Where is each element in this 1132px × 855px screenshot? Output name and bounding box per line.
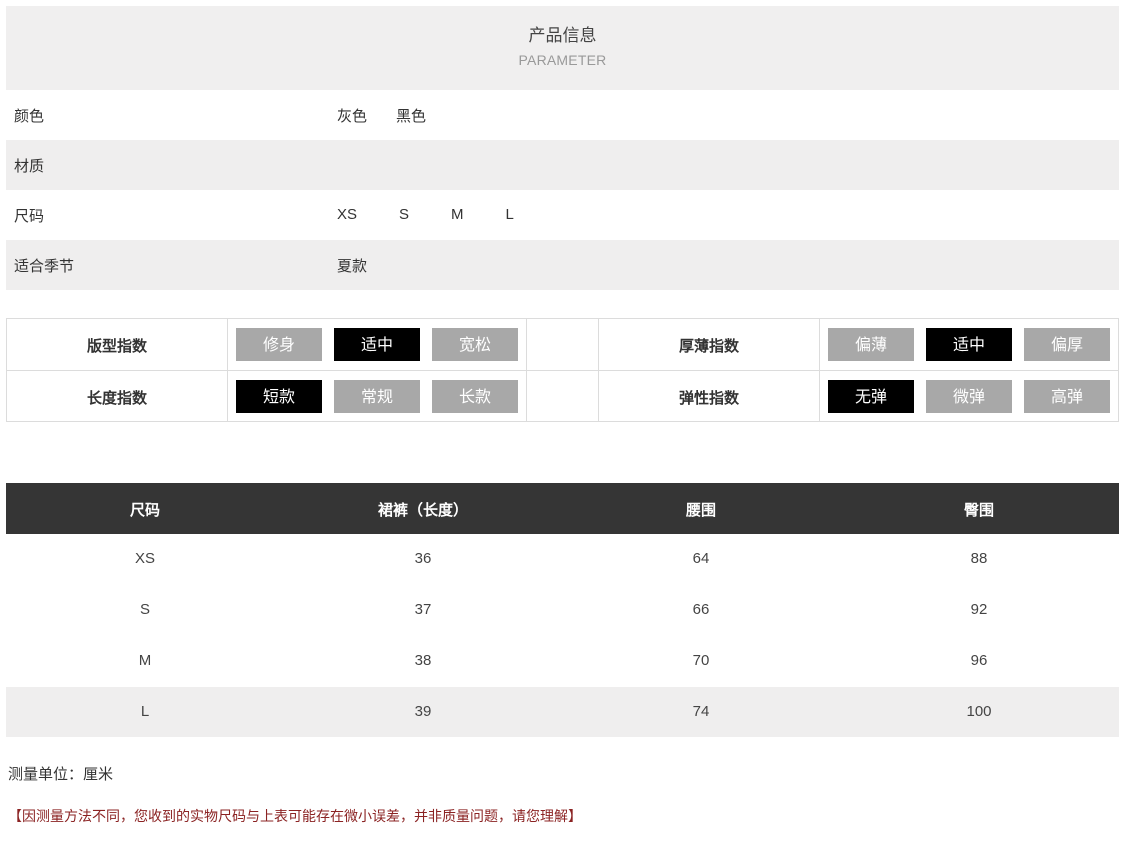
column-header-hip: 臀围 xyxy=(963,501,994,519)
param-row-material: 材质 xyxy=(6,140,1119,190)
fit-option-chip: 修身 xyxy=(236,328,322,361)
param-values-color: 灰色 黑色 xyxy=(337,105,455,126)
grid-divider xyxy=(227,319,228,421)
elasticity-option-chip: 高弹 xyxy=(1024,380,1110,413)
table-row: L 39 74 100 xyxy=(6,687,1119,737)
param-label-material: 材质 xyxy=(14,157,45,175)
table-cell: 64 xyxy=(692,550,710,567)
parameter-title: 产品信息 xyxy=(528,26,597,46)
index-grid: 版型指数 修身 适中 宽松 厚薄指数 偏薄 适中 偏厚 长度指数 短款 常规 长… xyxy=(6,318,1119,422)
param-label-color: 颜色 xyxy=(14,107,45,125)
table-cell: 96 xyxy=(970,652,988,669)
table-row: M 38 70 96 xyxy=(6,636,1119,687)
size-table-header: 尺码 裙裤（长度） 腰围 臀围 xyxy=(6,483,1119,534)
parameter-header: 产品信息 PARAMETER xyxy=(6,6,1119,90)
grid-divider xyxy=(819,319,820,421)
table-row: XS 36 64 88 xyxy=(6,534,1119,585)
table-cell: 74 xyxy=(692,703,710,720)
elasticity-option-chip: 微弹 xyxy=(926,380,1012,413)
table-cell: 39 xyxy=(414,703,432,720)
length-option-chip: 长款 xyxy=(432,380,518,413)
thickness-option-chip: 偏厚 xyxy=(1024,328,1110,361)
parameter-subtitle: PARAMETER xyxy=(518,52,607,68)
color-option: 黑色 xyxy=(396,107,427,125)
size-option: L xyxy=(505,206,514,223)
table-cell: M xyxy=(138,652,152,669)
size-table: 尺码 裙裤（长度） 腰围 臀围 XS 36 64 88 S 37 66 92 M… xyxy=(6,483,1119,737)
table-cell: 70 xyxy=(692,652,710,669)
table-cell: L xyxy=(140,703,150,720)
table-cell: 66 xyxy=(692,601,710,618)
table-cell: 37 xyxy=(414,601,432,618)
length-option-chip-selected: 短款 xyxy=(236,380,322,413)
parameter-section: 产品信息 PARAMETER 颜色 灰色 黑色 材质 尺码 XS S M L 适合季节 … xyxy=(6,6,1119,293)
season-option: 夏款 xyxy=(337,257,368,275)
size-option: XS xyxy=(337,206,358,223)
table-cell: 100 xyxy=(966,703,992,720)
thickness-option-chip: 偏薄 xyxy=(828,328,914,361)
column-header-waist: 腰围 xyxy=(685,501,716,519)
param-label-size: 尺码 xyxy=(14,207,45,225)
size-option: M xyxy=(451,206,464,223)
size-option: S xyxy=(399,206,410,223)
column-header-length: 裙裤（长度） xyxy=(377,501,468,519)
column-header-size: 尺码 xyxy=(129,501,160,519)
param-row-color: 颜色 灰色 黑色 xyxy=(6,90,1119,140)
table-cell: S xyxy=(139,601,150,618)
table-cell: 92 xyxy=(970,601,988,618)
param-values-season: 夏款 xyxy=(337,255,396,276)
length-index-label: 长度指数 xyxy=(86,389,147,407)
param-row-size: 尺码 XS S M L xyxy=(6,190,1119,240)
thickness-option-chip-selected: 适中 xyxy=(926,328,1012,361)
table-row: S 37 66 92 xyxy=(6,585,1119,636)
measurement-unit-note: 测量单位：厘米 xyxy=(8,765,114,783)
elasticity-option-chip-selected: 无弹 xyxy=(828,380,914,413)
fit-option-chip: 宽松 xyxy=(432,328,518,361)
grid-divider xyxy=(7,370,1118,371)
param-row-season: 适合季节 夏款 xyxy=(6,240,1119,290)
length-option-chip: 常规 xyxy=(334,380,420,413)
elasticity-index-label: 弹性指数 xyxy=(678,389,739,407)
table-cell: XS xyxy=(134,550,155,567)
table-cell: 36 xyxy=(414,550,432,567)
thickness-index-label: 厚薄指数 xyxy=(678,337,739,355)
table-cell: 88 xyxy=(970,550,988,567)
fit-index-label: 版型指数 xyxy=(86,337,147,355)
measurement-disclaimer: 【因测量方法不同，您收到的实物尺码与上表可能存在微小误差，并非质量问题，请您理解… xyxy=(8,809,582,825)
fit-option-chip-selected: 适中 xyxy=(334,328,420,361)
param-label-season: 适合季节 xyxy=(14,257,75,275)
color-option: 灰色 xyxy=(337,107,368,125)
grid-divider xyxy=(526,319,527,421)
param-values-size: XS S M L xyxy=(337,205,556,223)
table-cell: 38 xyxy=(414,652,432,669)
